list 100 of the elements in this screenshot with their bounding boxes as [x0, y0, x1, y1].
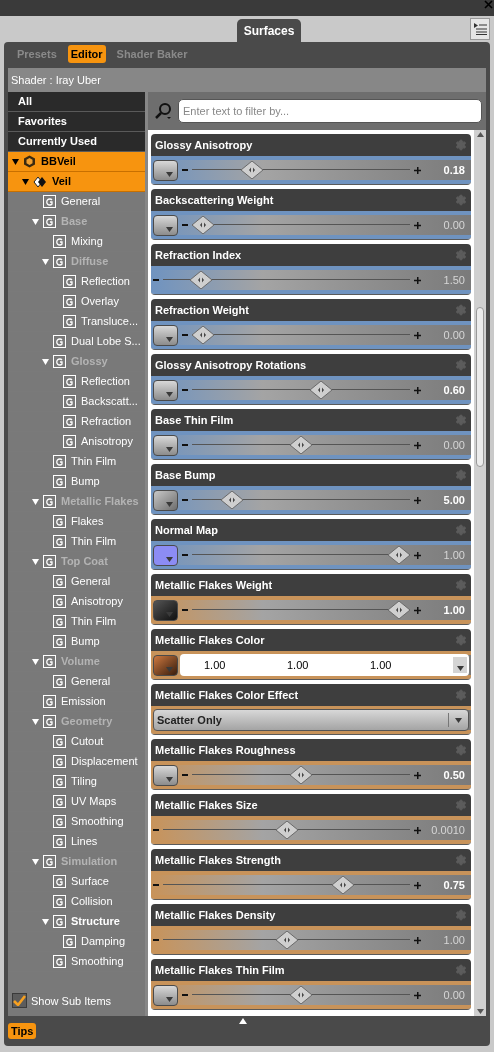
checkbox[interactable] — [12, 993, 27, 1009]
slider-thumb[interactable] — [221, 491, 244, 509]
expanded-arrow-icon[interactable] — [32, 558, 39, 565]
expanded-arrow-icon[interactable] — [42, 258, 49, 265]
tree-item[interactable]: Refraction — [8, 412, 145, 432]
expanded-arrow-icon[interactable] — [32, 658, 39, 665]
expanded-arrow-icon[interactable] — [32, 858, 39, 865]
filter-item[interactable]: Favorites — [8, 112, 145, 132]
tree-item[interactable]: Thin Film — [8, 532, 145, 552]
map-button[interactable] — [153, 654, 178, 676]
tree-item[interactable]: Veil — [8, 172, 145, 192]
scroll-down-icon[interactable] — [476, 1009, 484, 1014]
search-field[interactable]: Enter text to filter by... — [178, 99, 482, 123]
slider-track[interactable] — [163, 876, 410, 894]
expanded-arrow-icon[interactable] — [42, 918, 49, 925]
map-button[interactable] — [153, 379, 178, 401]
map-button[interactable] — [153, 159, 178, 181]
slider-thumb[interactable] — [190, 271, 212, 289]
tree-item[interactable]: Lines — [8, 832, 145, 852]
tree-item[interactable]: Transluce... — [8, 312, 145, 332]
slider-track[interactable] — [192, 436, 410, 454]
tab[interactable]: Editor — [67, 44, 106, 64]
slider-thumb[interactable] — [275, 931, 298, 949]
search-icon[interactable] — [154, 102, 172, 120]
tips-button[interactable]: Tips — [8, 1022, 37, 1040]
scroll-up-icon[interactable] — [476, 132, 484, 137]
dropdown[interactable]: Scatter Only — [153, 709, 469, 731]
tree-item[interactable]: Displacement — [8, 752, 145, 772]
map-button[interactable] — [153, 984, 178, 1006]
tree-item[interactable]: Tiling — [8, 772, 145, 792]
slider-track[interactable] — [192, 381, 410, 399]
tree-item[interactable]: Thin Film — [8, 452, 145, 472]
map-button[interactable] — [153, 324, 178, 346]
expanded-arrow-icon[interactable] — [32, 218, 39, 225]
tree-item[interactable]: Anisotropy — [8, 432, 145, 452]
filter-item[interactable]: All — [8, 92, 145, 112]
expanded-arrow-icon[interactable] — [22, 178, 29, 185]
slider-thumb[interactable] — [241, 161, 263, 179]
tree-item[interactable]: Reflection — [8, 372, 145, 392]
tree-item[interactable]: General — [8, 192, 145, 212]
map-button[interactable] — [153, 214, 178, 236]
tree-item[interactable]: General — [8, 572, 145, 592]
slider-thumb[interactable] — [388, 546, 410, 564]
slider-thumb[interactable] — [290, 766, 312, 784]
tree-item[interactable]: Anisotropy — [8, 592, 145, 612]
map-button[interactable] — [153, 544, 178, 566]
tree-item[interactable]: Surface — [8, 872, 145, 892]
color-field[interactable]: 1.00 1.00 1.00 — [180, 654, 469, 676]
panel-tab[interactable]: Surfaces — [236, 19, 302, 42]
tree-item[interactable]: Overlay — [8, 292, 145, 312]
tree-item[interactable]: Reflection — [8, 272, 145, 292]
slider-track[interactable] — [163, 271, 410, 289]
tree-item[interactable]: Mixing — [8, 232, 145, 252]
slider-track[interactable] — [192, 766, 410, 784]
expanded-arrow-icon[interactable] — [42, 358, 49, 365]
slider-thumb[interactable] — [309, 381, 332, 399]
tree-item[interactable]: Collision — [8, 892, 145, 912]
slider-track[interactable] — [192, 216, 410, 234]
tab[interactable]: Shader Baker — [113, 44, 191, 64]
filter-item[interactable]: Currently Used — [8, 132, 145, 152]
tree-item[interactable]: Thin Film — [8, 612, 145, 632]
tree-item[interactable]: BBVeil — [8, 152, 145, 172]
map-button[interactable] — [153, 489, 178, 511]
tree-item[interactable]: Flakes — [8, 512, 145, 532]
tree-item[interactable]: UV Maps — [8, 792, 145, 812]
tree-item[interactable]: Cutout — [8, 732, 145, 752]
slider-thumb[interactable] — [331, 876, 354, 894]
slider-track[interactable] — [192, 491, 410, 509]
slider-track[interactable] — [163, 821, 410, 839]
menu-button[interactable] — [470, 18, 490, 40]
slider-track[interactable] — [192, 326, 410, 344]
expanded-arrow-icon[interactable] — [32, 718, 39, 725]
expanded-arrow-icon[interactable] — [32, 498, 39, 505]
slider-track[interactable] — [163, 931, 410, 949]
slider-thumb[interactable] — [290, 986, 312, 1004]
tree-item[interactable]: Bump — [8, 472, 145, 492]
tree-item[interactable]: Smoothing — [8, 952, 145, 972]
map-button[interactable] — [153, 764, 178, 786]
slider-track[interactable] — [192, 161, 410, 179]
tree-item[interactable]: Structure — [8, 912, 145, 932]
tree-item[interactable]: General — [8, 672, 145, 692]
tree-item[interactable]: Smoothing — [8, 812, 145, 832]
slider-thumb[interactable] — [275, 821, 298, 839]
tree-item[interactable]: Dual Lobe S... — [8, 332, 145, 352]
tree-item[interactable]: Damping — [8, 932, 145, 952]
scrollbar-thumb[interactable] — [476, 307, 484, 467]
slider-thumb[interactable] — [192, 326, 214, 344]
scrollbar[interactable] — [474, 130, 486, 1016]
tree-item[interactable]: Bump — [8, 632, 145, 652]
tree-item[interactable]: Emission — [8, 692, 145, 712]
tree-item[interactable]: Backscatt... — [8, 392, 145, 412]
slider-thumb[interactable] — [192, 216, 214, 234]
slider-thumb[interactable] — [388, 601, 410, 619]
tab[interactable]: Presets — [14, 44, 60, 64]
map-button[interactable] — [153, 599, 178, 621]
splitter-arrow-icon[interactable] — [239, 1018, 247, 1024]
slider-track[interactable] — [192, 546, 410, 564]
slider-track[interactable] — [192, 986, 410, 1004]
slider-track[interactable] — [192, 601, 410, 619]
slider-thumb[interactable] — [290, 436, 312, 454]
